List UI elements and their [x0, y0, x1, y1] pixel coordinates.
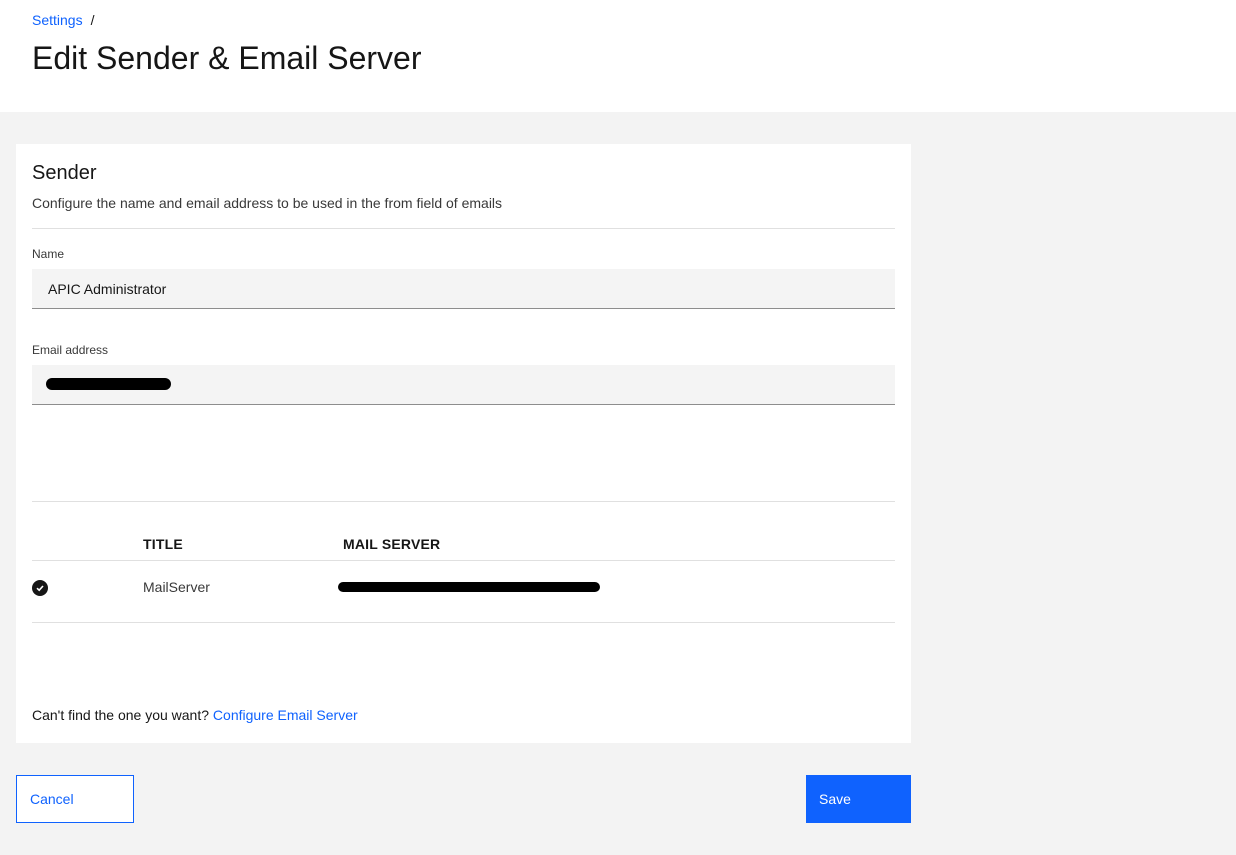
- table-top-divider: [32, 501, 895, 502]
- save-button[interactable]: Save: [806, 775, 911, 823]
- checkmark-filled-icon[interactable]: [32, 580, 48, 596]
- mail-server-table: TITLE MAIL SERVER: [32, 524, 895, 624]
- column-header-title: TITLE: [143, 536, 183, 552]
- cancel-button[interactable]: Cancel: [16, 775, 134, 823]
- breadcrumb-separator: /: [90, 12, 95, 28]
- page-header: Settings / Edit Sender & Email Server: [0, 0, 1236, 112]
- sender-section-description: Configure the name and email address to …: [32, 195, 503, 211]
- configure-email-server-link[interactable]: Configure Email Server: [213, 707, 358, 723]
- email-label: Email address: [32, 343, 109, 357]
- sender-card: Sender Configure the name and email addr…: [16, 144, 911, 743]
- breadcrumb-settings-link[interactable]: Settings: [32, 12, 83, 28]
- page-title: Edit Sender & Email Server: [32, 40, 422, 76]
- sender-section-title: Sender: [32, 162, 97, 184]
- table-header-divider: [32, 560, 895, 561]
- name-input[interactable]: [32, 269, 895, 309]
- footer-prompt: Can't find the one you want? Configure E…: [32, 707, 358, 723]
- name-label: Name: [32, 247, 65, 261]
- email-redaction: [46, 378, 171, 390]
- column-header-mail-server: MAIL SERVER: [343, 536, 441, 552]
- table-row-divider: [32, 622, 895, 623]
- breadcrumb: Settings /: [32, 12, 94, 28]
- table-row-title: MailServer: [143, 579, 210, 595]
- mail-server-redaction: [338, 582, 600, 592]
- section-divider: [32, 228, 895, 229]
- footer-prompt-text: Can't find the one you want?: [32, 707, 210, 723]
